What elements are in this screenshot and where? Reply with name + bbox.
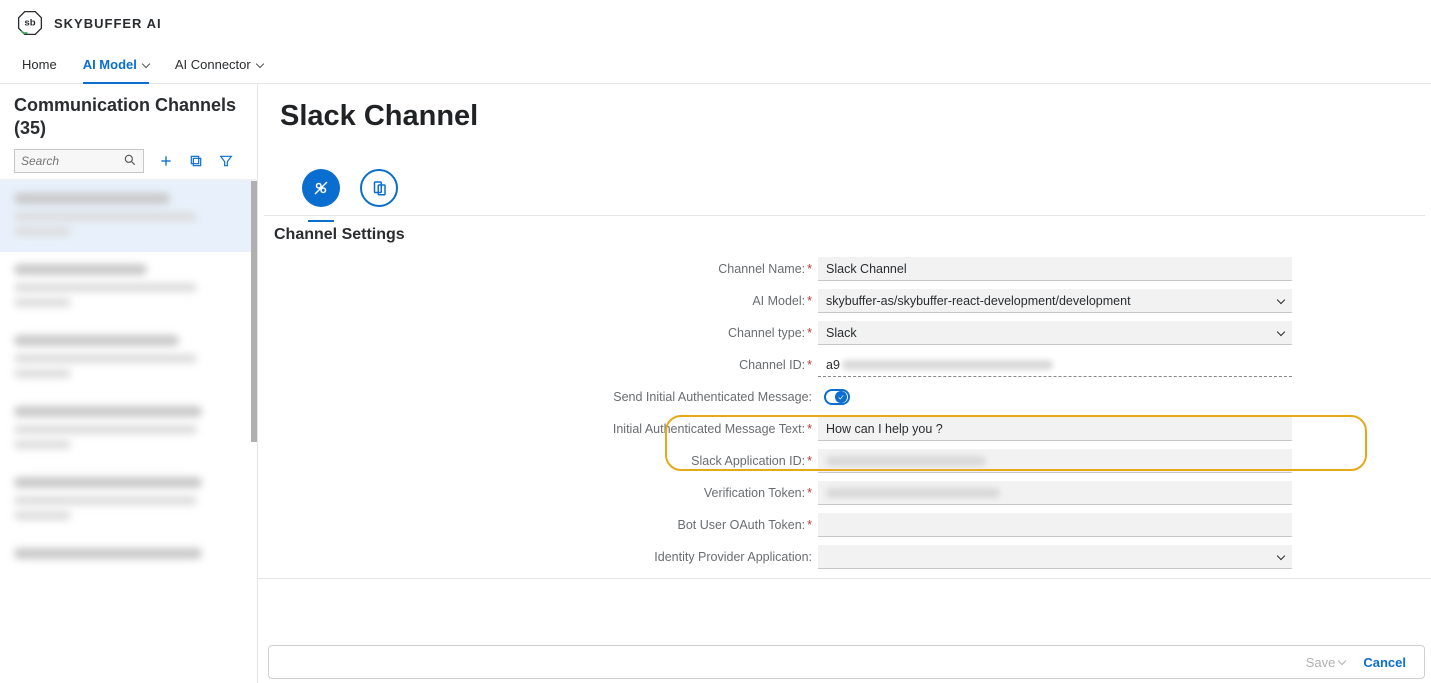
chevron-down-icon <box>1338 657 1346 665</box>
sidebar-title: Communication Channels (35) <box>0 84 257 145</box>
search-icon <box>123 153 137 170</box>
copy-icon[interactable] <box>188 153 204 169</box>
chevron-down-icon <box>142 59 150 67</box>
ai-model-select[interactable]: skybuffer-as/skybuffer-react-development… <box>818 289 1292 313</box>
initial-text-field[interactable]: How can I help you ? <box>818 417 1292 441</box>
list-item[interactable] <box>0 536 257 583</box>
label-initial-text: Initial Authenticated Message Text: <box>258 422 818 436</box>
nav-ai-connector-label: AI Connector <box>175 57 251 72</box>
cancel-button[interactable]: Cancel <box>1363 655 1406 670</box>
list-item[interactable] <box>0 252 257 323</box>
nav-ai-connector[interactable]: AI Connector <box>175 46 263 83</box>
label-slack-app-id: Slack Application ID: <box>258 454 818 468</box>
label-idp: Identity Provider Application: <box>258 550 818 564</box>
channel-type-select[interactable]: Slack <box>818 321 1292 345</box>
save-label: Save <box>1306 655 1336 670</box>
footer-bar: Save Cancel <box>268 645 1425 679</box>
brand-name: SKYBUFFER AI <box>54 16 162 31</box>
label-channel-id: Channel ID: <box>258 358 818 372</box>
tab-settings[interactable] <box>302 169 340 207</box>
list-item[interactable] <box>0 465 257 536</box>
section-title: Channel Settings <box>258 216 1431 252</box>
label-verification-token: Verification Token: <box>258 486 818 500</box>
channel-type-value: Slack <box>826 326 857 340</box>
label-channel-type: Channel type: <box>258 326 818 340</box>
chevron-down-icon <box>1277 327 1285 335</box>
chevron-down-icon <box>1277 551 1285 559</box>
add-icon[interactable] <box>158 153 174 169</box>
label-bot-token: Bot User OAuth Token: <box>258 518 818 532</box>
search-input-wrap[interactable] <box>14 149 144 173</box>
list-item[interactable] <box>0 394 257 465</box>
slack-app-id-field[interactable] <box>818 449 1292 473</box>
label-ai-model: AI Model: <box>258 294 818 308</box>
svg-text:sb: sb <box>24 18 35 29</box>
search-input[interactable] <box>21 154 119 168</box>
chevron-down-icon <box>1277 295 1285 303</box>
brand-logo: sb <box>16 9 44 37</box>
page-title: Slack Channel <box>258 84 1431 139</box>
label-send-initial: Send Initial Authenticated Message: <box>258 390 818 404</box>
list-item[interactable] <box>0 181 257 252</box>
tab-secondary[interactable] <box>360 169 398 207</box>
nav-home[interactable]: Home <box>22 46 57 83</box>
ai-model-value: skybuffer-as/skybuffer-react-development… <box>826 294 1131 308</box>
send-initial-toggle[interactable] <box>824 389 850 405</box>
channel-id-field[interactable]: a9 <box>818 353 1292 377</box>
nav-ai-model[interactable]: AI Model <box>83 46 149 83</box>
nav-ai-model-label: AI Model <box>83 57 137 72</box>
filter-icon[interactable] <box>218 153 234 169</box>
save-button[interactable]: Save <box>1306 655 1346 670</box>
scrollbar[interactable] <box>251 181 257 442</box>
chevron-down-icon <box>255 59 263 67</box>
label-channel-name: Channel Name: <box>258 262 818 276</box>
list-item[interactable] <box>0 323 257 394</box>
verification-token-field[interactable] <box>818 481 1292 505</box>
channel-id-prefix: a9 <box>826 358 840 372</box>
idp-select[interactable] <box>818 545 1292 569</box>
bot-token-field[interactable] <box>818 513 1292 537</box>
channel-name-field[interactable]: Slack Channel <box>818 257 1292 281</box>
